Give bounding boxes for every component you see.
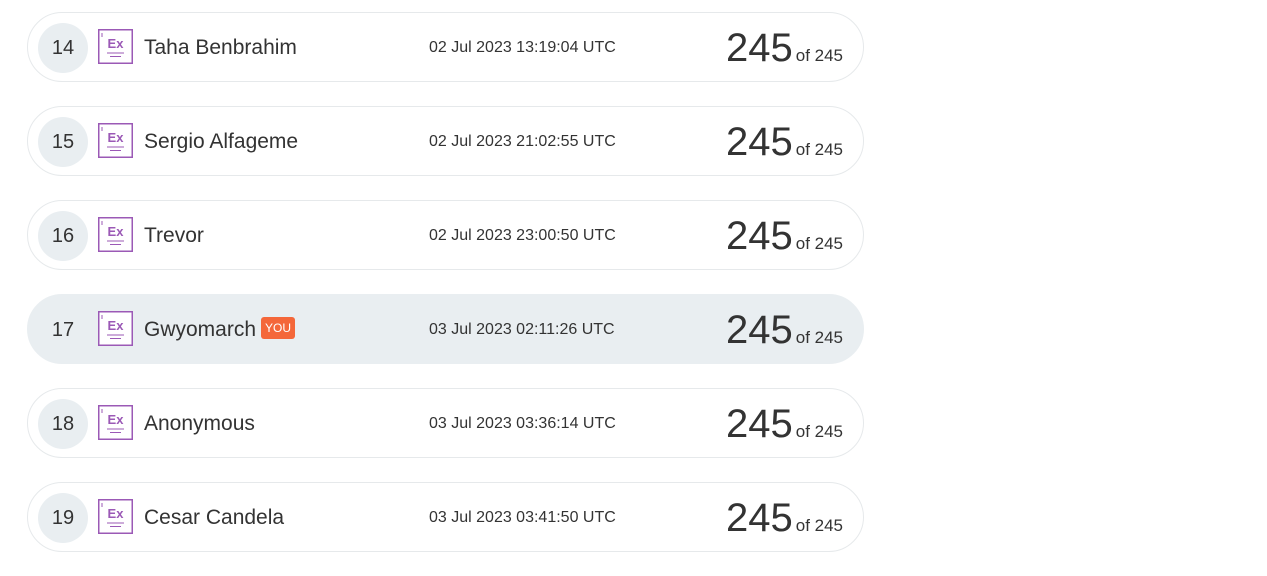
rank-badge: 14: [38, 23, 88, 73]
score-total: of 245: [795, 422, 843, 441]
submission-time: 02 Jul 2023 13:19:04 UTC: [429, 39, 616, 56]
player-name-text[interactable]: Cesar Candela: [144, 506, 284, 529]
player-name[interactable]: Cesar Candela: [144, 483, 284, 553]
score-total: of 245: [795, 516, 843, 535]
submission-time: 02 Jul 2023 23:00:50 UTC: [429, 227, 616, 244]
exercise-icon-text: Ex: [108, 506, 125, 521]
score-value: 245: [725, 214, 793, 258]
exercise-icon: Ex: [98, 123, 133, 158]
player-name-text[interactable]: Sergio Alfageme: [144, 130, 298, 153]
player-name-text[interactable]: Anonymous: [144, 412, 255, 435]
leaderboard-row[interactable]: 18 Ex Anonymous 03 Jul 2023 03:36:14 UTC…: [27, 388, 864, 458]
submission-time: 02 Jul 2023 21:02:55 UTC: [429, 133, 616, 150]
exercise-icon-text: Ex: [108, 412, 125, 427]
player-name[interactable]: Trevor: [144, 201, 204, 271]
leaderboard-row-current-user[interactable]: 17 Ex Gwyomarch YOU 03 Jul 2023 02:11:26 …: [27, 294, 864, 364]
player-name[interactable]: Gwyomarch YOU: [144, 295, 296, 365]
exercise-icon: Ex: [98, 311, 133, 346]
rank-badge: 18: [38, 399, 88, 449]
score-value: 245: [725, 496, 793, 540]
score-total: of 245: [795, 140, 843, 159]
player-name-text[interactable]: Gwyomarch: [144, 318, 256, 341]
player-name-text[interactable]: Trevor: [144, 224, 204, 247]
exercise-icon: Ex: [98, 405, 133, 440]
player-name-text[interactable]: Taha Benbrahim: [144, 36, 297, 59]
exercise-icon-text: Ex: [108, 36, 125, 51]
player-name[interactable]: Sergio Alfageme: [144, 107, 298, 177]
exercise-icon-text: Ex: [108, 224, 125, 239]
score-total: of 245: [795, 46, 843, 65]
player-name[interactable]: Anonymous: [144, 389, 255, 459]
score-value: 245: [725, 120, 793, 164]
rank-badge: 16: [38, 211, 88, 261]
leaderboard-row[interactable]: 19 Ex Cesar Candela 03 Jul 2023 03:41:50…: [27, 482, 864, 552]
exercise-icon-text: Ex: [108, 130, 125, 145]
score: 245 of 245: [726, 107, 843, 177]
submission-time: 03 Jul 2023 03:36:14 UTC: [429, 415, 616, 432]
leaderboard-list: 14 Ex Taha Benbrahim 02 Jul 2023 13:19:0…: [27, 12, 864, 576]
score: 245 of 245: [726, 13, 843, 83]
player-name[interactable]: Taha Benbrahim: [144, 13, 297, 83]
rank-badge: 15: [38, 117, 88, 167]
exercise-icon: Ex: [98, 29, 133, 64]
leaderboard-row[interactable]: 15 Ex Sergio Alfageme 02 Jul 2023 21:02:…: [27, 106, 864, 176]
score: 245 of 245: [726, 389, 843, 459]
score-value: 245: [725, 308, 793, 352]
exercise-icon: Ex: [98, 499, 133, 534]
score-value: 245: [725, 402, 793, 446]
score-total: of 245: [795, 328, 843, 347]
submission-time: 03 Jul 2023 03:41:50 UTC: [429, 509, 616, 526]
score-total: of 245: [795, 234, 843, 253]
you-badge: YOU: [261, 317, 296, 340]
score: 245 of 245: [726, 201, 843, 271]
leaderboard-row[interactable]: 16 Ex Trevor 02 Jul 2023 23:00:50 UTC 24…: [27, 200, 864, 270]
rank-badge: 19: [38, 493, 88, 543]
score: 245 of 245: [726, 483, 843, 553]
submission-time: 03 Jul 2023 02:11:26 UTC: [429, 321, 615, 338]
rank-badge: 17: [51, 319, 75, 341]
leaderboard-row[interactable]: 14 Ex Taha Benbrahim 02 Jul 2023 13:19:0…: [27, 12, 864, 82]
score: 245 of 245: [726, 295, 843, 365]
exercise-icon: Ex: [98, 217, 133, 252]
exercise-icon-text: Ex: [108, 318, 125, 333]
score-value: 245: [725, 26, 793, 70]
